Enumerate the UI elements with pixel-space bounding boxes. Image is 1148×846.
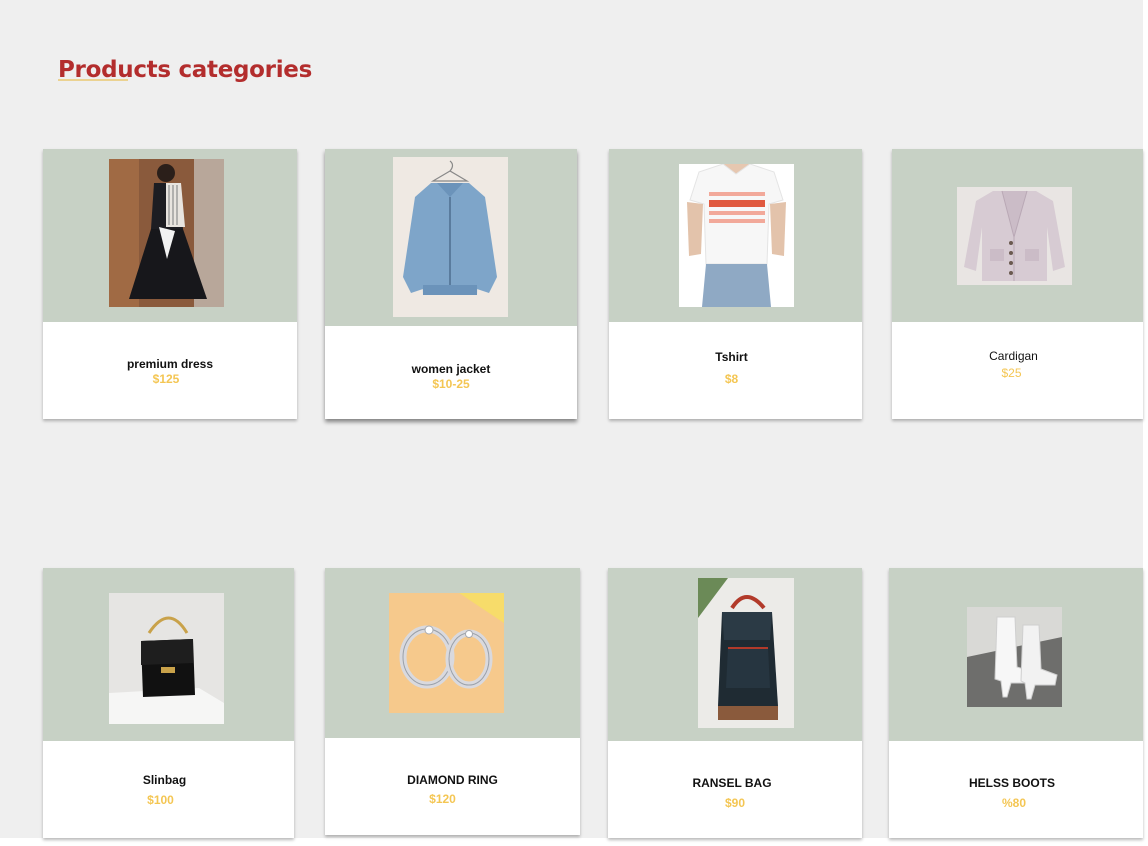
product-photo-tshirt[interactable] <box>679 164 794 307</box>
product-photo-cardigan[interactable] <box>957 187 1072 285</box>
product-photo-slinbag[interactable] <box>109 593 224 724</box>
product-card-tshirt[interactable]: Tshirt $8 <box>609 149 862 419</box>
product-photo-boots[interactable] <box>967 607 1062 707</box>
product-name: premium dress <box>126 357 214 371</box>
product-card-premium-dress[interactable]: premium dress $125 <box>43 149 297 419</box>
product-card-diamond-ring[interactable]: DIAMOND RING $120 <box>325 568 580 835</box>
product-card-women-jacket[interactable]: women jacket $10-25 <box>325 149 577 419</box>
product-price: $8 <box>724 372 739 386</box>
product-price: %80 <box>1001 796 1027 810</box>
product-name: Slinbag <box>142 773 187 787</box>
product-name: Cardigan <box>989 349 1038 363</box>
product-price: $25 <box>1001 366 1022 380</box>
product-card-ransel-bag[interactable]: RANSEL BAG $90 <box>608 568 862 838</box>
page-title: Products categories <box>58 57 312 83</box>
product-name: Tshirt <box>715 350 748 364</box>
product-card-cardigan[interactable]: Cardigan $25 <box>892 149 1143 419</box>
product-card-helss-boots[interactable]: HELSS BOOTS %80 <box>889 568 1143 838</box>
product-name: DIAMOND RING <box>407 773 498 787</box>
product-price: $10-25 <box>432 377 470 391</box>
product-price: $100 <box>147 793 174 807</box>
product-card-slinbag[interactable]: Slinbag $100 <box>43 568 294 838</box>
product-photo-dress[interactable] <box>109 159 224 307</box>
product-photo-jacket[interactable] <box>393 157 508 317</box>
product-photo-rings[interactable] <box>389 593 504 713</box>
title-underline <box>58 79 128 81</box>
product-photo-backpack[interactable] <box>698 578 794 728</box>
product-name: women jacket <box>411 362 491 376</box>
product-name: RANSEL BAG <box>692 776 772 790</box>
product-name: HELSS BOOTS <box>968 776 1055 790</box>
product-price: $125 <box>152 372 180 386</box>
product-price: $120 <box>429 792 456 806</box>
product-price: $90 <box>724 796 746 810</box>
